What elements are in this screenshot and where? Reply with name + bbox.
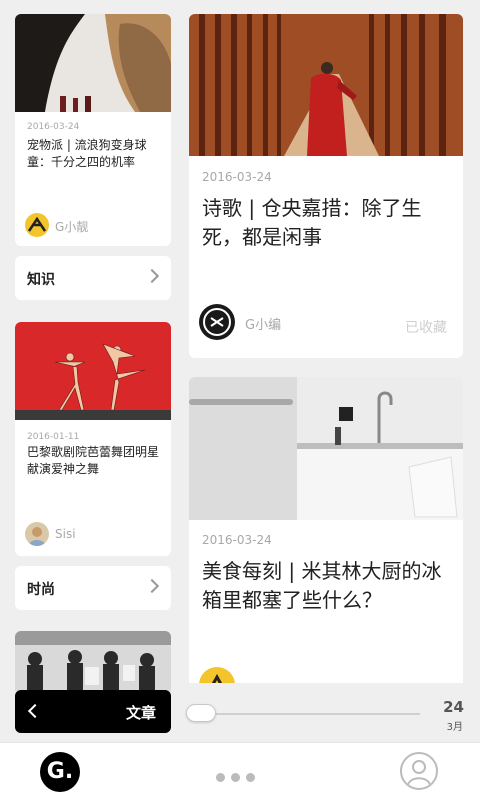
- article-image-dog: [15, 14, 171, 112]
- article-date: 2016-03-24: [202, 170, 272, 184]
- bottom-tabbar: G.: [0, 742, 480, 800]
- author-name: G小靓: [55, 220, 89, 234]
- chevron-right-icon: [144, 578, 160, 594]
- slider-month: 3月: [446, 722, 463, 733]
- article-image-ballet: [15, 322, 171, 420]
- date-slider-track[interactable]: [190, 713, 420, 715]
- article-card-dog[interactable]: 2016-03-24 宠物派 | 流浪狗变身球童：千分之四的机率 G小靓: [15, 14, 171, 246]
- chevron-right-icon: [144, 268, 160, 284]
- article-title: 宠物派 | 流浪狗变身球童：千分之四的机率: [27, 138, 147, 169]
- date-slider-knob[interactable]: [186, 704, 216, 722]
- article-date: 2016-01-11: [27, 432, 80, 442]
- category-fashion[interactable]: 时尚: [15, 566, 171, 610]
- slider-day: 24: [443, 698, 464, 716]
- article-date: 2016-03-24: [202, 533, 272, 547]
- category-knowledge[interactable]: 知识: [15, 256, 171, 300]
- category-label: 知识: [27, 272, 55, 288]
- author-avatar: [25, 522, 49, 546]
- author-avatar: [199, 667, 235, 683]
- author-avatar: [199, 304, 235, 340]
- home-logo[interactable]: G.: [40, 752, 80, 792]
- more-dots-icon[interactable]: [216, 767, 266, 782]
- author-name: G小编: [245, 318, 282, 333]
- article-title: 诗歌 | 仓央嘉措：除了生死，都是闲事: [202, 196, 422, 249]
- article-image-monk: [189, 14, 463, 156]
- back-arrow-icon[interactable]: [27, 703, 43, 719]
- article-image-protest: [15, 631, 171, 691]
- article-card-protest[interactable]: [15, 631, 171, 691]
- user-profile-icon[interactable]: [400, 752, 438, 790]
- article-image-kitchen: [189, 377, 463, 520]
- article-card-fridge[interactable]: 2016-03-24 美食每刻 | 米其林大厨的冰箱里都塞了些什么？: [189, 377, 463, 683]
- article-card-ballet[interactable]: 2016-01-11 巴黎歌剧院芭蕾舞团明星献演爱神之舞 Sisi: [15, 322, 171, 556]
- saved-status[interactable]: 已收藏: [405, 317, 447, 337]
- article-title: 美食每刻 | 米其林大厨的冰箱里都塞了些什么？: [202, 559, 442, 612]
- article-title: 巴黎歌剧院芭蕾舞团明星献演爱神之舞: [27, 445, 160, 476]
- author-avatar: [25, 213, 49, 237]
- article-nav-label: 文章: [125, 704, 156, 722]
- author-name: Sisi: [55, 527, 76, 541]
- article-nav-pill[interactable]: 文章: [15, 690, 171, 733]
- category-label: 时尚: [27, 582, 55, 598]
- article-card-poem[interactable]: 2016-03-24 诗歌 | 仓央嘉措：除了生死，都是闲事 G小编 已收藏: [189, 14, 463, 358]
- article-date: 2016-03-24: [27, 122, 80, 132]
